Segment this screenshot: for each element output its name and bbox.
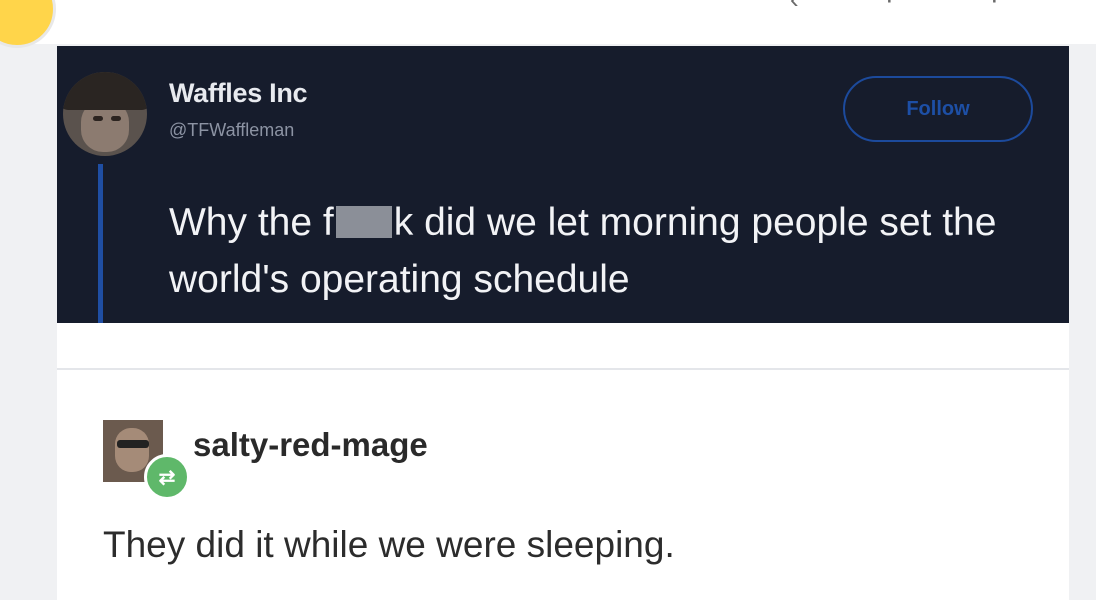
tweet-text: Why the fk did we let morning people set… — [169, 194, 1069, 308]
reblog-icon: ⇄ — [144, 454, 190, 500]
tweet-panel: Waffles Inc @TFWaffleman Follow Why the … — [57, 46, 1069, 323]
dot-icon: · — [885, 0, 894, 15]
tweet-handle[interactable]: @TFWaffleman — [169, 120, 294, 141]
thread-line — [98, 164, 103, 323]
embedded-screenshot: Waffles Inc @TFWaffleman Follow Why the … — [57, 46, 1069, 600]
reply-username[interactable]: salty-red-mage — [193, 426, 428, 464]
top-strip: ‹ · · — [0, 0, 1096, 48]
tweet-display-name[interactable]: Waffles Inc — [169, 78, 308, 109]
censor-bar — [335, 206, 392, 238]
emoji-icon — [0, 0, 56, 48]
dot-icon: · — [990, 0, 999, 15]
reply-text: They did it while we were sleeping. — [103, 524, 675, 565]
tweet-avatar[interactable] — [63, 72, 147, 156]
follow-button[interactable]: Follow — [843, 76, 1033, 142]
tweet-text-start: Why the f — [169, 201, 334, 244]
chevron-icon: ‹ — [790, 0, 799, 15]
divider — [57, 368, 1069, 370]
